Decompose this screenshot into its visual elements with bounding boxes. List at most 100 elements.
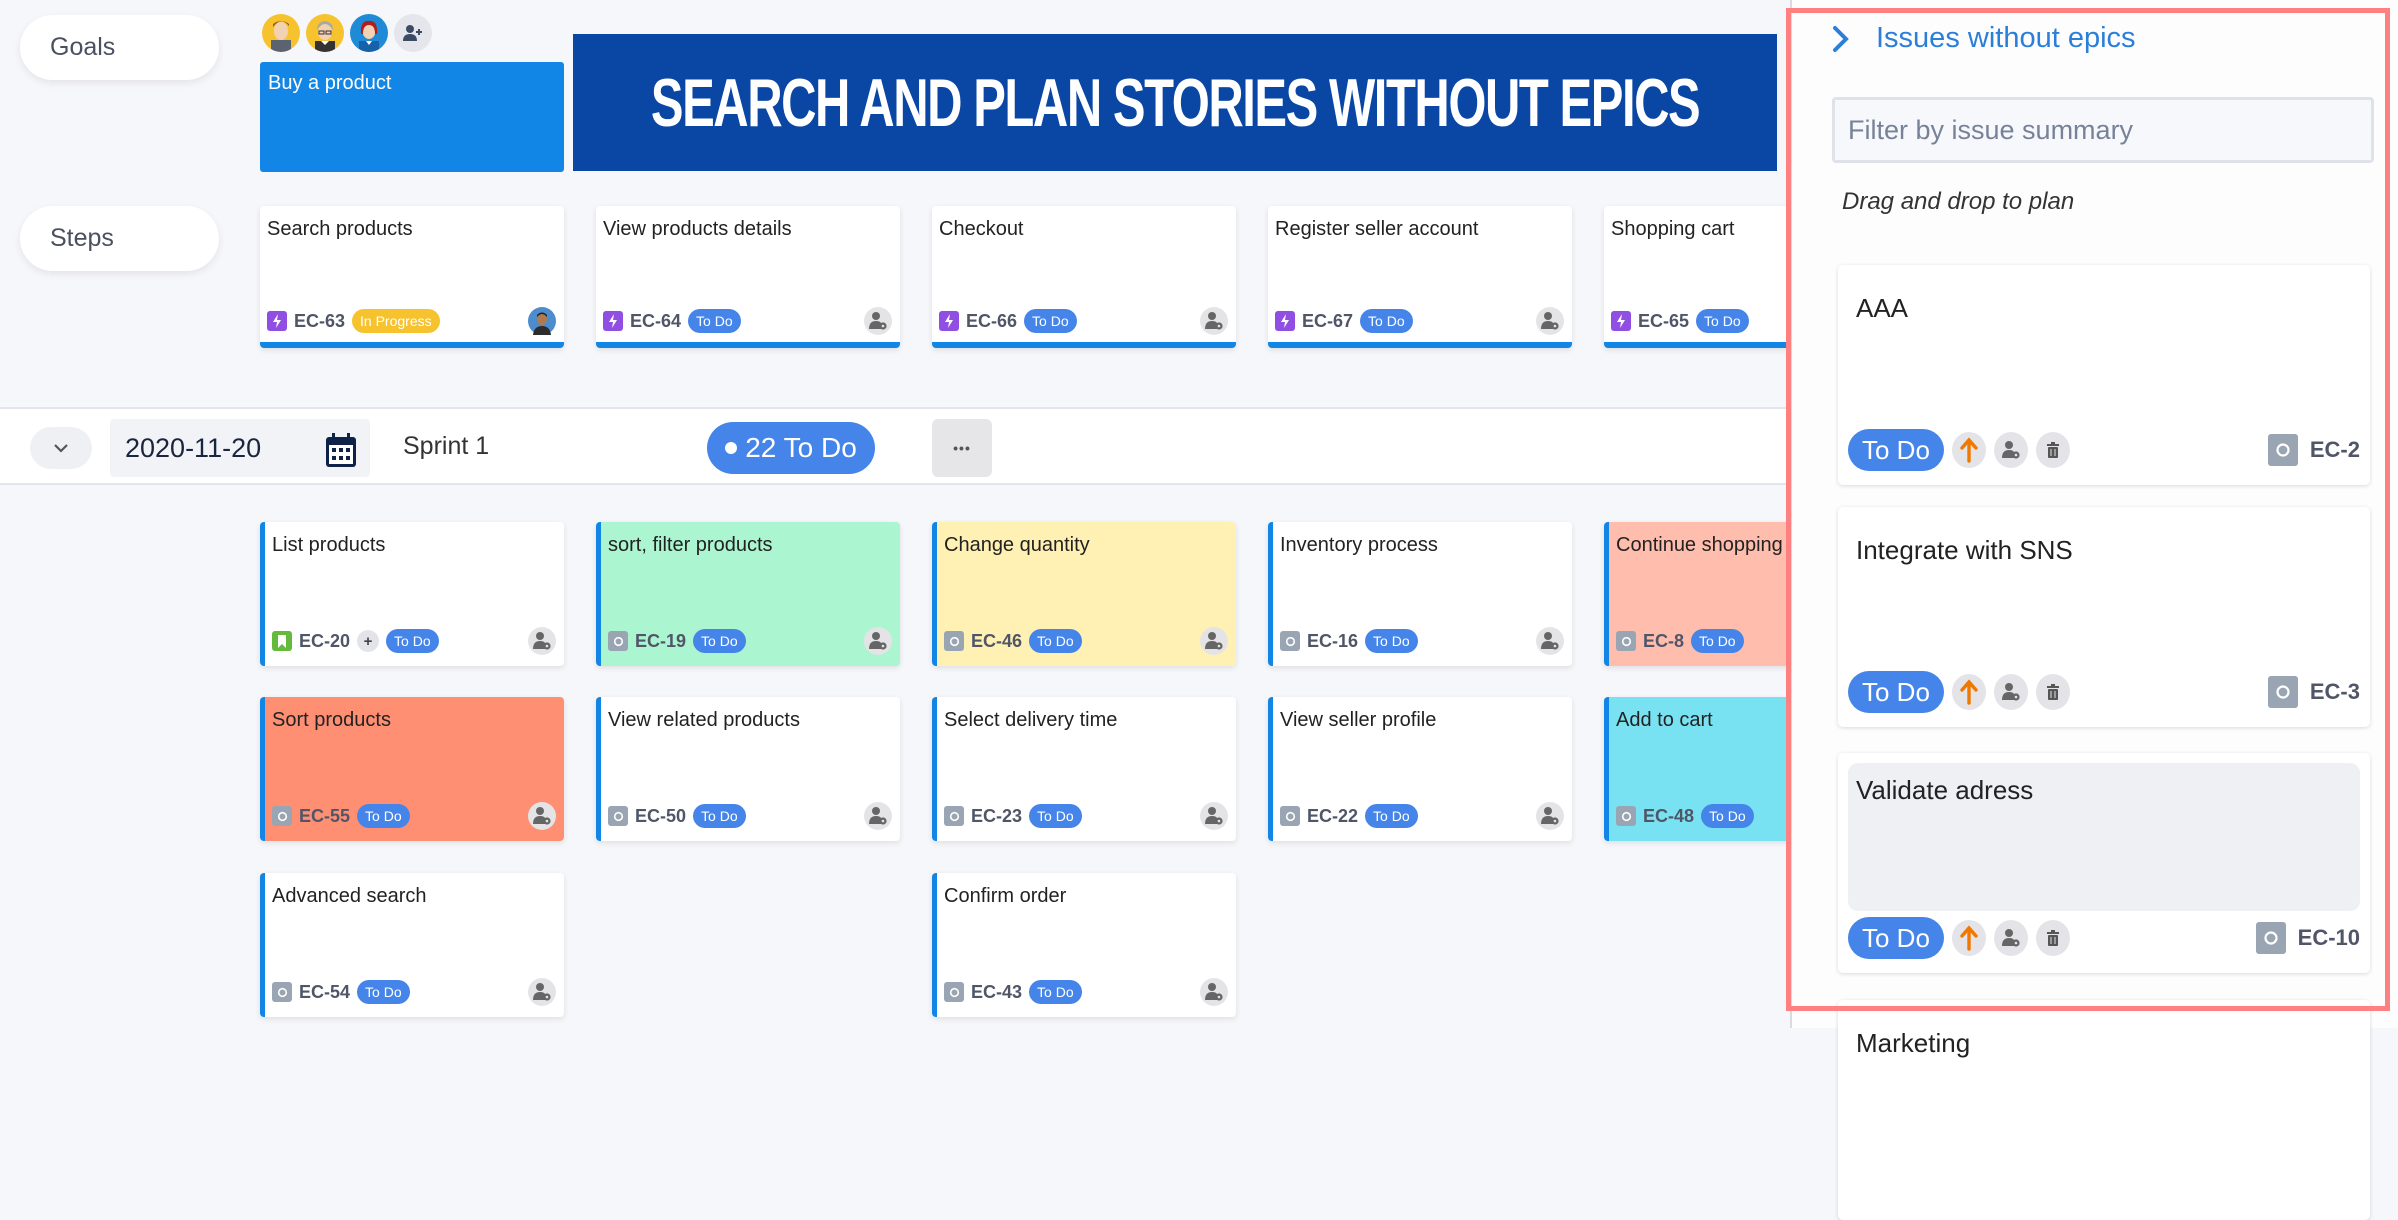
status-badge[interactable]: To Do bbox=[1848, 671, 1944, 713]
sprint-more-button[interactable]: ••• bbox=[932, 419, 992, 477]
issue-key[interactable]: EC-63 bbox=[294, 311, 345, 332]
step-title: View products details bbox=[603, 218, 792, 240]
status-badge[interactable]: To Do bbox=[693, 629, 746, 653]
assignee-button[interactable] bbox=[1200, 307, 1228, 335]
issue-key[interactable]: EC-67 bbox=[1302, 311, 1353, 332]
assignee-button[interactable] bbox=[1536, 802, 1564, 830]
status-badge[interactable]: To Do bbox=[693, 804, 746, 828]
assignee-button[interactable] bbox=[1536, 627, 1564, 655]
assignee-button[interactable] bbox=[528, 978, 556, 1006]
issue-key[interactable]: EC-10 bbox=[2298, 925, 2360, 951]
assignee-button[interactable] bbox=[864, 307, 892, 335]
status-badge[interactable]: To Do bbox=[1029, 980, 1082, 1004]
delete-button[interactable] bbox=[2035, 674, 2070, 710]
status-badge[interactable]: To Do bbox=[1848, 429, 1944, 471]
status-badge[interactable]: To Do bbox=[357, 804, 410, 828]
assignee-button[interactable] bbox=[1993, 920, 2028, 956]
assignee-button[interactable] bbox=[864, 627, 892, 655]
assignee-button[interactable] bbox=[864, 802, 892, 830]
issue-key[interactable]: EC-23 bbox=[971, 806, 1022, 827]
add-persona-button[interactable] bbox=[394, 14, 432, 52]
unplanned-issue-card[interactable]: Integrate with SNS To Do EC-3 bbox=[1838, 507, 2370, 727]
story-card[interactable]: Sort products EC-55 To Do bbox=[260, 697, 564, 841]
status-badge[interactable]: To Do bbox=[1365, 629, 1418, 653]
unplanned-issue-card[interactable]: Marketing bbox=[1838, 1000, 2370, 1220]
delete-button[interactable] bbox=[2035, 432, 2070, 468]
assignee-button[interactable] bbox=[1993, 674, 2028, 710]
arrow-up-icon bbox=[1960, 679, 1978, 705]
story-card[interactable]: Inventory process EC-16 To Do bbox=[1268, 522, 1572, 666]
issue-key[interactable]: EC-48 bbox=[1643, 806, 1694, 827]
collapse-sprint-button[interactable] bbox=[30, 427, 92, 469]
filter-issue-summary-input[interactable] bbox=[1832, 97, 2374, 163]
priority-button[interactable] bbox=[1951, 920, 1986, 956]
issue-key[interactable]: EC-8 bbox=[1643, 631, 1684, 652]
assignee-button[interactable] bbox=[1200, 802, 1228, 830]
issue-key[interactable]: EC-3 bbox=[2310, 679, 2360, 705]
issue-key[interactable]: EC-65 bbox=[1638, 311, 1689, 332]
panel-header[interactable]: Issues without epics bbox=[1832, 22, 2136, 55]
assignee-button[interactable] bbox=[528, 627, 556, 655]
issue-key[interactable]: EC-19 bbox=[635, 631, 686, 652]
issue-key[interactable]: EC-54 bbox=[299, 982, 350, 1003]
priority-button[interactable] bbox=[1951, 432, 1986, 468]
story-card[interactable]: Confirm order EC-43 To Do bbox=[932, 873, 1236, 1017]
assignee-button[interactable] bbox=[1993, 432, 2028, 468]
sprint-name[interactable]: Sprint 1 bbox=[403, 409, 489, 483]
assignee-button[interactable] bbox=[1536, 307, 1564, 335]
user-avatar-1[interactable] bbox=[262, 14, 300, 52]
status-badge[interactable]: To Do bbox=[1696, 309, 1749, 333]
story-card[interactable]: Change quantity EC-46 To Do bbox=[932, 522, 1236, 666]
trash-icon bbox=[2046, 930, 2059, 946]
user-avatar-2[interactable] bbox=[306, 14, 344, 52]
unassigned-user-icon bbox=[2001, 441, 2020, 459]
goal-card[interactable]: Buy a product bbox=[260, 62, 564, 172]
story-card[interactable]: Advanced search EC-54 To Do bbox=[260, 873, 564, 1017]
status-dot-icon bbox=[725, 442, 738, 454]
user-avatar-3[interactable] bbox=[350, 14, 388, 52]
issue-key[interactable]: EC-43 bbox=[971, 982, 1022, 1003]
chevron-down-icon bbox=[54, 444, 68, 453]
issue-key[interactable]: EC-64 bbox=[630, 311, 681, 332]
unplanned-issue-card[interactable]: Validate adress To Do EC-10 bbox=[1838, 753, 2370, 973]
issue-key[interactable]: EC-55 bbox=[299, 806, 350, 827]
step-card[interactable]: View products details EC-64 To Do bbox=[596, 206, 900, 348]
unplanned-issue-card[interactable]: AAA To Do EC-2 bbox=[1838, 265, 2370, 485]
step-card[interactable]: Search products EC-63 In Progress bbox=[260, 206, 564, 348]
sprint-date-field[interactable]: 2020-11-20 bbox=[110, 419, 370, 477]
assignee-avatar[interactable] bbox=[528, 307, 556, 335]
story-card[interactable]: View seller profile EC-22 To Do bbox=[1268, 697, 1572, 841]
story-card[interactable]: List products EC-20 + To Do bbox=[260, 522, 564, 666]
story-card[interactable]: Select delivery time EC-23 To Do bbox=[932, 697, 1236, 841]
step-card[interactable]: Register seller account EC-67 To Do bbox=[1268, 206, 1572, 348]
status-badge[interactable]: To Do bbox=[1365, 804, 1418, 828]
assignee-button[interactable] bbox=[1200, 627, 1228, 655]
issue-key[interactable]: EC-46 bbox=[971, 631, 1022, 652]
assignee-button[interactable] bbox=[1200, 978, 1228, 1006]
issue-key[interactable]: EC-2 bbox=[2310, 437, 2360, 463]
status-badge[interactable]: In Progress bbox=[352, 309, 440, 333]
status-badge[interactable]: To Do bbox=[1360, 309, 1413, 333]
issue-key[interactable]: EC-22 bbox=[1307, 806, 1358, 827]
priority-button[interactable] bbox=[1951, 674, 1986, 710]
issue-key[interactable]: EC-50 bbox=[635, 806, 686, 827]
add-subtask-button[interactable]: + bbox=[357, 630, 380, 652]
status-badge[interactable]: To Do bbox=[1029, 629, 1082, 653]
status-badge[interactable]: To Do bbox=[1029, 804, 1082, 828]
status-badge[interactable]: To Do bbox=[1024, 309, 1077, 333]
status-badge[interactable]: To Do bbox=[1691, 629, 1744, 653]
assignee-button[interactable] bbox=[528, 802, 556, 830]
status-badge[interactable]: To Do bbox=[386, 629, 439, 653]
status-badge[interactable]: To Do bbox=[1848, 917, 1944, 959]
chevron-right-icon bbox=[1833, 25, 1849, 52]
issue-key[interactable]: EC-66 bbox=[966, 311, 1017, 332]
story-card[interactable]: View related products EC-50 To Do bbox=[596, 697, 900, 841]
status-badge[interactable]: To Do bbox=[357, 980, 410, 1004]
step-card[interactable]: Checkout EC-66 To Do bbox=[932, 206, 1236, 348]
issue-key[interactable]: EC-20 bbox=[299, 631, 350, 652]
story-card[interactable]: sort, filter products EC-19 To Do bbox=[596, 522, 900, 666]
status-badge[interactable]: To Do bbox=[688, 309, 741, 333]
delete-button[interactable] bbox=[2035, 920, 2070, 956]
status-badge[interactable]: To Do bbox=[1701, 804, 1754, 828]
issue-key[interactable]: EC-16 bbox=[1307, 631, 1358, 652]
